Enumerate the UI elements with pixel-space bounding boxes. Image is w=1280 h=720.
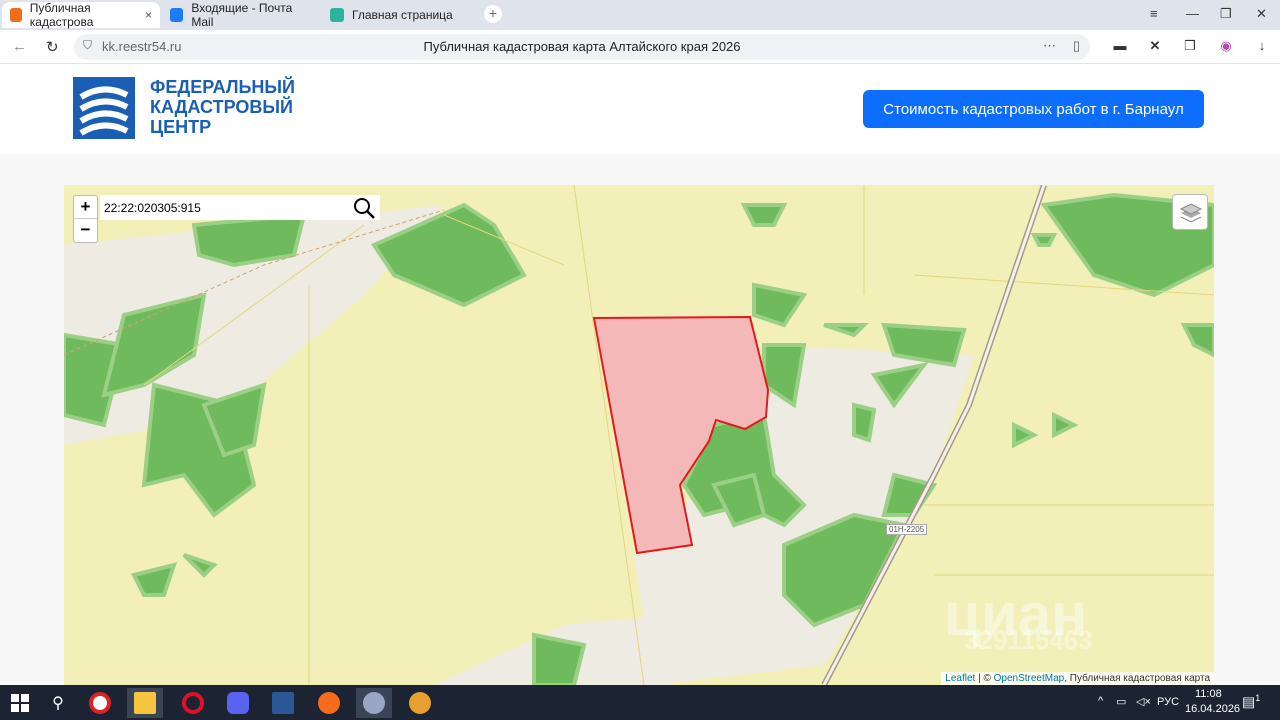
- logo-icon: [73, 77, 135, 139]
- tab-cadastral[interactable]: Публичная кадастрова ×: [2, 1, 160, 29]
- notifications-icon[interactable]: ▤1: [1242, 693, 1260, 711]
- extension-icon[interactable]: ▬: [1112, 38, 1128, 54]
- explorer-icon[interactable]: [127, 688, 163, 718]
- notification-count: 1: [1255, 693, 1261, 703]
- layers-icon: [1179, 203, 1203, 223]
- zoom-out-button[interactable]: −: [74, 219, 97, 242]
- reload-icon[interactable]: ↻: [46, 38, 59, 56]
- tab-mail[interactable]: Входящие - Почта Mail: [162, 1, 312, 29]
- firefox-icon[interactable]: [311, 688, 347, 718]
- bookmark-icon[interactable]: ▯: [1073, 38, 1080, 54]
- zoom-control: + −: [73, 195, 98, 243]
- osm-link[interactable]: OpenStreetMap: [994, 673, 1065, 684]
- logo-text: ФЕДЕРАЛЬНЫЙ КАДАСТРОВЫЙ ЦЕНТР: [150, 77, 295, 137]
- leaflet-link[interactable]: Leaflet: [945, 673, 975, 684]
- tools-icon[interactable]: ✕: [1147, 38, 1163, 54]
- ccleaner-icon[interactable]: [82, 688, 118, 718]
- logo-line: КАДАСТРОВЫЙ: [150, 97, 293, 117]
- logo-line: ЦЕНТР: [150, 117, 212, 137]
- map[interactable]: 01Н-2205 циан 329115463 + − Leaflet | © …: [64, 185, 1214, 685]
- taskbar: ⚲ ^ ▭ ◁× РУС 11:08 16.04.2026 ▤1: [0, 685, 1280, 720]
- tray-expand-icon[interactable]: ^: [1098, 695, 1103, 707]
- more-icon[interactable]: ⋯: [1043, 38, 1056, 54]
- back-icon[interactable]: ←: [12, 38, 27, 55]
- downloads-icon[interactable]: ↓: [1254, 38, 1270, 54]
- network-icon[interactable]: ▭: [1116, 695, 1126, 708]
- search-button[interactable]: [350, 195, 378, 220]
- start-button[interactable]: [2, 688, 38, 718]
- tab-favicon-icon: [10, 8, 22, 22]
- attribution-text: , Публичная кадастровая карта: [1064, 673, 1210, 684]
- logo-line: ФЕДЕРАЛЬНЫЙ: [150, 77, 295, 97]
- attribution-sep: | ©: [975, 673, 994, 684]
- clock-time[interactable]: 11:08: [1195, 688, 1222, 700]
- url-field[interactable]: ⛉ kk.reestr54.ru Публичная кадастровая к…: [74, 34, 1090, 60]
- page-title: Публичная кадастровая карта Алтайского к…: [423, 39, 741, 54]
- language-indicator[interactable]: РУС: [1157, 696, 1179, 708]
- tab-label: Входящие - Почта Mail: [191, 1, 293, 29]
- search-icon: [354, 198, 375, 219]
- tab-label: Публичная кадастрова: [29, 1, 94, 29]
- close-window-button[interactable]: ✕: [1256, 6, 1267, 22]
- tab-bar: Публичная кадастрова × Входящие - Почта M…: [0, 0, 1280, 30]
- search-taskbar-icon[interactable]: ⚲: [40, 688, 76, 718]
- layers-button[interactable]: [1172, 194, 1208, 230]
- zoom-in-button[interactable]: +: [74, 196, 97, 219]
- collections-icon[interactable]: ❒: [1182, 38, 1198, 54]
- restore-button[interactable]: ❐: [1220, 6, 1232, 22]
- tab-label: Главная страница: [352, 8, 453, 22]
- messenger-icon[interactable]: [220, 688, 256, 718]
- menu-icon[interactable]: ≡: [1150, 6, 1158, 21]
- clock-date[interactable]: 16.04.2026: [1185, 703, 1240, 715]
- address-bar: ← ↻ ⛉ kk.reestr54.ru Публичная кадастров…: [0, 30, 1280, 64]
- minimize-button[interactable]: —: [1186, 6, 1199, 21]
- cadastral-search-input[interactable]: [100, 195, 380, 220]
- home-favicon-icon: [330, 8, 344, 22]
- word-icon[interactable]: [265, 688, 301, 718]
- app-icon[interactable]: [402, 688, 438, 718]
- cadastral-cost-button[interactable]: Стоимость кадастровых работ в г. Барнаул: [863, 90, 1204, 128]
- road-label: 01Н-2205: [886, 524, 928, 535]
- map-attribution: Leaflet | © OpenStreetMap, Публичная кад…: [941, 672, 1214, 685]
- opera-icon[interactable]: [175, 688, 211, 718]
- mail-icon: [170, 8, 184, 22]
- new-tab-button[interactable]: +: [484, 5, 502, 23]
- windows-icon: [11, 694, 29, 712]
- close-tab-icon[interactable]: ×: [145, 8, 152, 22]
- site-header: ФЕДЕРАЛЬНЫЙ КАДАСТРОВЫЙ ЦЕНТР Стоимость …: [0, 64, 1280, 154]
- yandex-browser-icon[interactable]: [356, 688, 392, 718]
- profile-icon[interactable]: ◉: [1218, 38, 1234, 54]
- tab-home[interactable]: Главная страница: [322, 2, 472, 28]
- volume-muted-icon[interactable]: ◁×: [1136, 695, 1151, 708]
- watermark-id: 329115463: [964, 625, 1093, 655]
